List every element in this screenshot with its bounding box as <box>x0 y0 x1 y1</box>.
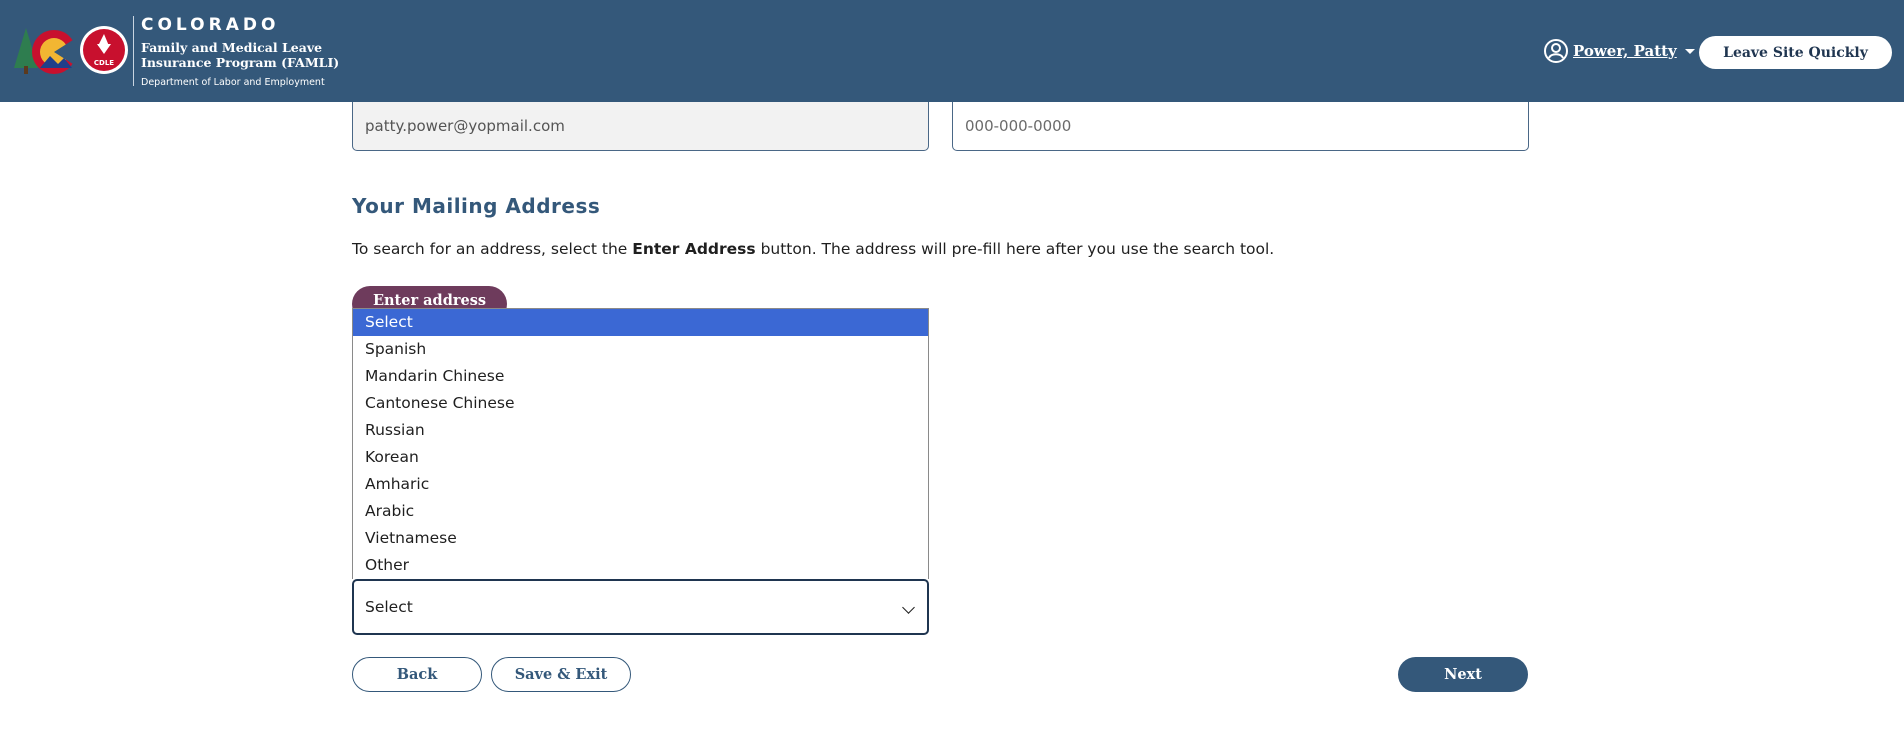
dropdown-option[interactable]: Mandarin Chinese <box>353 363 928 390</box>
instructions-suffix: button. The address will pre-fill here a… <box>755 240 1275 258</box>
program-name: Family and Medical Leave Insurance Progr… <box>141 40 339 70</box>
logo[interactable]: CDLE <box>12 14 130 90</box>
dropdown-option[interactable]: Amharic <box>353 471 928 498</box>
dropdown-option[interactable]: Spanish <box>353 336 928 363</box>
dropdown-option[interactable]: Arabic <box>353 498 928 525</box>
phone-field[interactable]: 000-000-0000 <box>952 102 1529 151</box>
logo-divider <box>133 16 134 86</box>
program-line-2: Insurance Program (FAMLI) <box>141 55 340 70</box>
cdle-badge-text: CDLE <box>94 59 114 67</box>
leave-site-quickly-button[interactable]: Leave Site Quickly <box>1699 36 1892 69</box>
dropdown-option[interactable]: Vietnamese <box>353 525 928 552</box>
save-exit-button[interactable]: Save & Exit <box>491 657 631 692</box>
dropdown-option[interactable]: Russian <box>353 417 928 444</box>
colorado-cdle-logo-icon: CDLE <box>14 26 128 74</box>
user-menu[interactable]: Power, Patty <box>1543 38 1695 64</box>
email-field[interactable]: patty.power@yopmail.com <box>352 102 929 151</box>
dropdown-option[interactable]: Korean <box>353 444 928 471</box>
site-header: CDLE COLORADO Family and Medical Leave I… <box>0 0 1904 102</box>
caret-down-icon <box>1684 48 1695 54</box>
next-button[interactable]: Next <box>1398 657 1528 692</box>
program-line-1: Family and Medical Leave <box>141 40 323 55</box>
mailing-instructions: To search for an address, select the Ent… <box>352 240 1274 258</box>
user-name[interactable]: Power, Patty <box>1573 42 1677 60</box>
department-name: Department of Labor and Employment <box>141 77 325 88</box>
back-button[interactable]: Back <box>352 657 482 692</box>
state-name: COLORADO <box>141 15 280 35</box>
dropdown-option[interactable]: Other <box>353 552 928 579</box>
user-circle-icon <box>1544 39 1568 63</box>
instructions-prefix: To search for an address, select the <box>352 240 633 258</box>
select-value: Select <box>365 598 413 616</box>
chevron-down-icon <box>902 601 915 614</box>
instructions-bold: Enter Address <box>632 240 756 258</box>
language-select[interactable]: Select <box>352 579 929 635</box>
mailing-address-title: Your Mailing Address <box>352 194 601 218</box>
brand-text: COLORADO Family and Medical Leave Insura… <box>141 14 339 89</box>
dropdown-option[interactable]: Select <box>353 309 928 336</box>
dropdown-option[interactable]: Cantonese Chinese <box>353 390 928 417</box>
language-dropdown-list: Select Spanish Mandarin Chinese Cantones… <box>352 308 929 579</box>
